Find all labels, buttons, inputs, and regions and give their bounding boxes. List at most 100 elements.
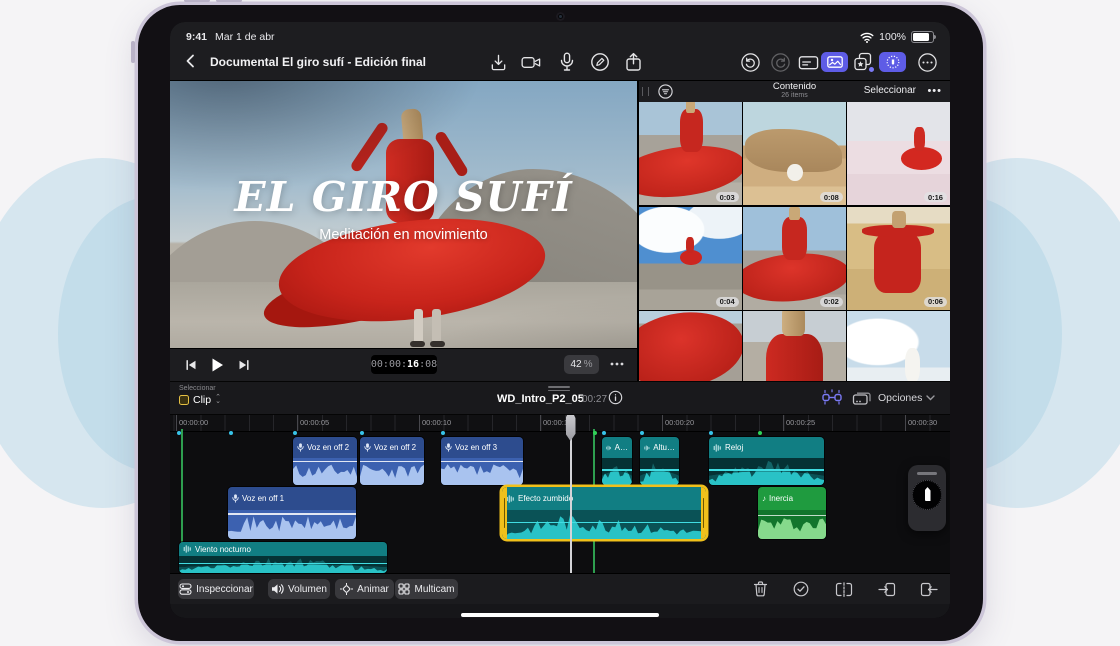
timeline[interactable]: 00:00:0000:00:0500:00:1000:00:1500:00:20… — [170, 415, 950, 573]
timeline-clip[interactable]: Reloj — [709, 437, 824, 485]
timeline-clip[interactable]: ♪Inercia — [758, 487, 826, 539]
timeline-ruler[interactable]: 00:00:0000:00:0500:00:1000:00:1500:00:20… — [170, 415, 950, 432]
thumbnail-duration-badge: 0:16 — [924, 192, 947, 202]
timeline-clip[interactable]: Voz en off 2 — [293, 437, 357, 485]
ruler-tick — [297, 415, 298, 431]
media-thumbnail[interactable] — [847, 311, 950, 381]
insert-right-icon[interactable] — [920, 580, 938, 598]
media-thumbnail[interactable]: 0:16 — [847, 102, 950, 205]
trash-icon[interactable] — [751, 580, 769, 598]
volume-line[interactable] — [709, 469, 824, 470]
timeline-clip[interactable]: Efecto zumbido — [502, 487, 706, 539]
volume-line[interactable] — [293, 461, 357, 462]
jog-wheel[interactable] — [908, 465, 946, 531]
media-thumbnail[interactable]: 0:03 — [639, 102, 742, 205]
back-button[interactable] — [182, 52, 200, 70]
split-clip-icon[interactable] — [835, 580, 853, 598]
media-thumbnail[interactable]: 0:04 — [639, 207, 742, 310]
timeline-drag-handle[interactable] — [548, 386, 570, 393]
animar-button[interactable]: Animar — [335, 579, 394, 599]
effects-icon[interactable] — [852, 51, 874, 73]
undo-icon[interactable] — [739, 51, 761, 73]
ruler-tick — [176, 415, 177, 431]
volume-line[interactable] — [360, 461, 424, 462]
timeline-clip[interactable]: A… — [602, 437, 632, 485]
volume-line[interactable] — [640, 469, 679, 470]
thumbnail-duration-badge: 0:02 — [820, 297, 843, 307]
clip-marker-dot — [229, 431, 233, 435]
media-thumbnail[interactable]: 0:02 — [743, 207, 846, 310]
thumb-figure — [680, 109, 703, 152]
clip-name-label: Voz en off 3 — [455, 443, 497, 452]
titles-icon[interactable] — [797, 51, 819, 73]
camera-icon[interactable] — [520, 51, 542, 73]
home-indicator[interactable] — [461, 613, 659, 617]
clip-name-label: Altu… — [653, 443, 675, 452]
media-thumbnail[interactable] — [639, 311, 742, 381]
media-thumbnail[interactable]: 0:06 — [847, 207, 950, 310]
thumb-figure — [766, 334, 823, 381]
media-thumbnail[interactable]: 0:08 — [743, 102, 846, 205]
ruler-tick — [419, 415, 420, 431]
selected-clip-name: WD_Intro_P2_05 — [497, 393, 584, 405]
ruler-tick — [783, 415, 784, 431]
connected-clips-icon[interactable] — [852, 389, 872, 406]
jog-wheel-button[interactable] — [879, 52, 906, 72]
media-browser-button[interactable] — [821, 52, 848, 72]
clip-waveform — [709, 458, 824, 485]
volume-line[interactable] — [502, 522, 706, 523]
multicam-button[interactable]: Multicam — [395, 579, 458, 599]
volume-line[interactable] — [441, 461, 523, 462]
import-icon[interactable] — [487, 51, 509, 73]
media-thumbnail[interactable] — [743, 311, 846, 381]
volume-line[interactable] — [602, 469, 632, 470]
info-icon[interactable] — [608, 390, 623, 405]
timeline-clip[interactable]: Altu… — [640, 437, 679, 485]
footer-button-label: Inspeccionar — [196, 584, 253, 595]
play-button[interactable] — [208, 356, 226, 374]
enhance-audio-icon[interactable] — [821, 388, 845, 406]
share-icon[interactable] — [622, 51, 644, 73]
clip-header: Voz en off 2 — [293, 437, 357, 458]
status-time: 9:41 — [186, 31, 207, 43]
annotate-pencil-icon[interactable] — [589, 51, 611, 73]
zoom-level-control[interactable]: 42% — [564, 355, 599, 374]
audio-fade-overlay — [179, 556, 387, 573]
clip-name-label: Voz en off 2 — [307, 443, 349, 452]
trim-handle-right[interactable] — [701, 487, 706, 539]
timeline-clip[interactable]: Viento nocturno — [179, 542, 387, 573]
timecode-display[interactable]: 00:00:16:08 — [371, 355, 437, 374]
clip-waveform — [360, 458, 424, 485]
volume-line[interactable] — [758, 515, 826, 516]
volume-line[interactable] — [228, 513, 356, 514]
options-button[interactable]: Opciones — [878, 392, 935, 404]
volumen-button[interactable]: Volumen — [268, 579, 330, 599]
audio-fade-overlay — [602, 458, 632, 485]
redo-icon[interactable] — [769, 51, 791, 73]
jog-wheel-dial[interactable] — [912, 480, 942, 510]
insert-left-icon[interactable] — [878, 580, 896, 598]
trim-handle-left[interactable] — [502, 487, 507, 539]
chevron-updown-icon: ⌃⌄ — [215, 396, 221, 404]
inspeccionar-button[interactable]: Inspeccionar — [178, 579, 254, 599]
timeline-clip[interactable]: Voz en off 3 — [441, 437, 523, 485]
clip-name-label: Viento nocturno — [195, 545, 251, 554]
skip-forward-icon[interactable] — [235, 356, 253, 374]
select-button[interactable]: Seleccionar — [864, 85, 916, 96]
video-viewer[interactable]: EL GIRO SUFÍ Meditación en movimiento — [170, 81, 637, 348]
checkmark-circle-icon[interactable] — [792, 580, 810, 598]
browser-more-icon[interactable]: ••• — [927, 85, 942, 97]
microphone-icon[interactable] — [556, 51, 578, 73]
skip-back-icon[interactable] — [182, 356, 200, 374]
clip-marker-dot — [360, 431, 364, 435]
thumb-figure — [874, 233, 921, 293]
timeline-clip[interactable]: Voz en off 1 — [228, 487, 356, 539]
playhead[interactable] — [570, 415, 572, 573]
selection-mode-control[interactable]: Clip ⌃⌄ — [179, 394, 221, 406]
viewer-more-icon[interactable] — [608, 356, 626, 372]
volume-line[interactable] — [179, 563, 387, 564]
timeline-clip[interactable]: Voz en off 2 — [360, 437, 424, 485]
front-camera — [556, 12, 565, 21]
playhead-handle[interactable] — [566, 415, 576, 441]
more-options-icon[interactable] — [916, 51, 938, 73]
